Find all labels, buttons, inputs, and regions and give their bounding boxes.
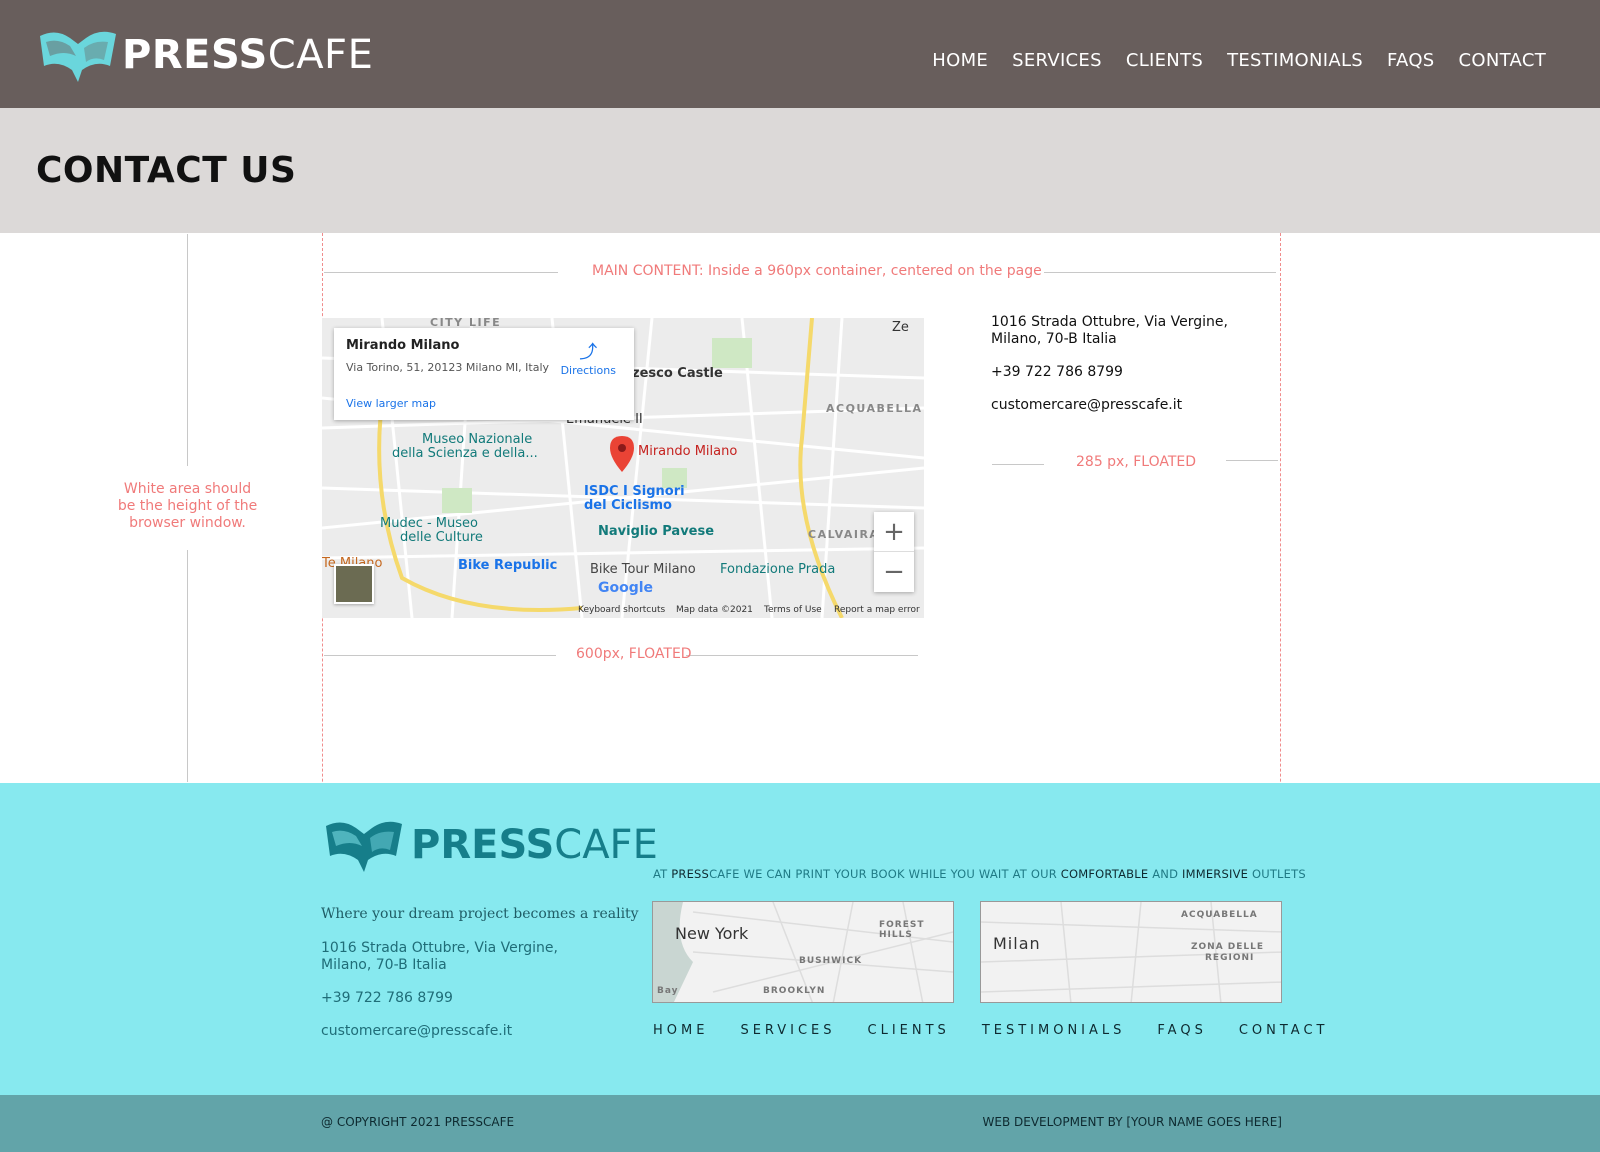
copyright-text: @ COPYRIGHT 2021 PRESSCAFE [321,1115,515,1129]
map-label-naviglio: Naviglio Pavese [598,524,715,539]
footer-nav-services[interactable]: SERVICES [740,1023,835,1038]
map-label-bike-republic: Bike Republic [458,558,558,573]
white-area-note: White area should be the height of the b… [117,481,258,531]
page-title: CONTACT US [36,150,297,191]
map-marker-label: Mirando Milano [638,444,738,459]
footer-nav-faqs[interactable]: FAQS [1157,1023,1206,1038]
keyboard-shortcuts-link[interactable]: Keyboard shortcuts [578,605,665,615]
contact-email[interactable]: customercare@presscafe.it [991,397,1228,414]
map-label-acquabella-mini: ACQUABELLA [1181,910,1258,920]
satellite-toggle[interactable] [334,564,374,604]
footer-address: 1016 Strada Ottubre, Via Vergine, Milano,… [321,940,558,973]
map-zoom-controls: + − [874,512,914,592]
web-dev-credit: WEB DEVELOPMENT BY [YOUR NAME GOES HERE] [982,1115,1282,1129]
map-label-castle: zesco Castle [632,366,723,381]
header-logo[interactable]: PRESSCAFE [36,26,373,84]
nav-testimonials[interactable]: TESTIMONIALS [1227,50,1363,71]
report-error-link[interactable]: Report a map error [834,605,920,615]
main-content-arrow-left [324,272,558,273]
main-content-note: MAIN CONTENT: Inside a 960px container, … [592,263,1042,279]
map-label-isdc-2: del Ciclismo [584,498,672,513]
zoom-in-button[interactable]: + [874,512,914,552]
new-york-map[interactable]: New York FOREST HILLS BUSHWICK BROOKLYN … [652,901,954,1003]
footer-email[interactable]: customercare@presscafe.it [321,1023,558,1040]
footer-contact: 1016 Strada Ottubre, Via Vergine, Milano,… [321,940,558,1056]
zoom-out-button[interactable]: − [874,552,914,592]
outlets-text: AT PRESSCAFE WE CAN PRINT YOUR BOOK WHIL… [653,867,1306,881]
footer-book-hands-logo-icon [326,821,402,872]
view-larger-map-link[interactable]: View larger map [346,397,436,410]
footer-nav-contact[interactable]: CONTACT [1239,1023,1329,1038]
copyright-bar: @ COPYRIGHT 2021 PRESSCAFE WEB DEVELOPME… [0,1095,1600,1152]
footer-nav-testimonials[interactable]: TESTIMONIALS [982,1023,1126,1038]
white-area-arrow-top [187,234,188,466]
main-content-arrow-right [1044,272,1276,273]
nav-home[interactable]: HOME [932,50,988,71]
contact-info: 1016 Strada Ottubre, Via Vergine, Milano,… [991,314,1228,430]
footer-logo[interactable]: PRESSCAFE [321,816,658,874]
map-label-museo-1: Museo Nazionale [422,432,533,447]
map-label-bushwick: BUSHWICK [799,956,863,966]
title-band: CONTACT US [0,108,1600,233]
map-data-text: Map data ©2021 [676,605,753,615]
map-width-arrow-right [686,655,918,656]
map-width-arrow-left [324,655,556,656]
map-width-note: 600px, FLOATED [576,646,692,662]
footer-nav-home[interactable]: HOME [653,1023,708,1038]
embedded-map[interactable]: CITY LIFE zesco Castle Emanuele II ACQUA… [322,318,924,618]
contact-phone: +39 722 786 8799 [991,364,1123,380]
directions-button[interactable]: ⤴ Directions [561,338,616,377]
map-city-milan: Milan [993,934,1041,953]
info-width-arrow-right [1226,460,1278,461]
info-width-arrow-left [992,464,1044,465]
map-label-brooklyn: BROOKLYN [763,986,826,996]
map-label-bike-tour: Bike Tour Milano [590,562,696,577]
info-width-note: 285 px, FLOATED [1076,454,1197,470]
map-label-forest-hills: FOREST HILLS [879,920,925,940]
map-label-zona-2: REGIONI [1205,953,1255,963]
footer-nav: HOME SERVICES CLIENTS TESTIMONIALS FAQS … [653,1023,1328,1038]
map-label-isdc-1: ISDC I Signori [584,484,685,499]
main-nav: HOME SERVICES CLIENTS TESTIMONIALS FAQS … [932,50,1546,71]
book-hands-logo-icon [40,31,116,82]
map-label-museo-2: della Scienza e della... [392,446,538,461]
map-label-bay: Bay [657,986,679,996]
page: PRESSCAFE HOME SERVICES CLIENTS TESTIMON… [0,0,1600,1152]
google-logo: Google [598,580,654,596]
map-label-mudec-1: Mudec - Museo [380,516,478,531]
map-label-calvaira: CALVAIRA [808,528,880,541]
terms-link[interactable]: Terms of Use [764,605,822,615]
map-city-new-york: New York [675,924,749,943]
map-place-card: Mirando Milano Via Torino, 51, 20123 Mil… [334,328,634,420]
footer-tagline: Where your dream project becomes a reali… [321,906,639,922]
site-footer: PRESSCAFE Where your dream project becom… [0,783,1600,1095]
footer-logo-text: PRESSCAFE [411,822,658,868]
milan-map[interactable]: Milan ACQUABELLA ZONA DELLE REGIONI [980,901,1282,1003]
nav-contact[interactable]: CONTACT [1459,50,1546,71]
footer-nav-clients[interactable]: CLIENTS [868,1023,950,1038]
nav-clients[interactable]: CLIENTS [1126,50,1203,71]
nav-faqs[interactable]: FAQS [1387,50,1435,71]
header-logo-text: PRESSCAFE [122,32,374,78]
nav-services[interactable]: SERVICES [1012,50,1102,71]
map-footer: Keyboard shortcuts Map data ©2021 Terms … [322,602,924,618]
site-header: PRESSCAFE HOME SERVICES CLIENTS TESTIMON… [0,0,1600,108]
footer-phone: +39 722 786 8799 [321,990,453,1006]
map-label-ze: Ze [892,320,909,335]
map-label-acquabella: ACQUABELLA [826,402,923,415]
directions-icon: ⤴ [579,342,598,363]
map-label-mudec-2: delle Culture [400,530,483,545]
map-label-zona-1: ZONA DELLE [1191,942,1265,952]
contact-address: 1016 Strada Ottubre, Via Vergine, Milano,… [991,314,1228,347]
white-area-arrow-bottom [187,550,188,782]
map-label-fondazione: Fondazione Prada [720,562,836,577]
